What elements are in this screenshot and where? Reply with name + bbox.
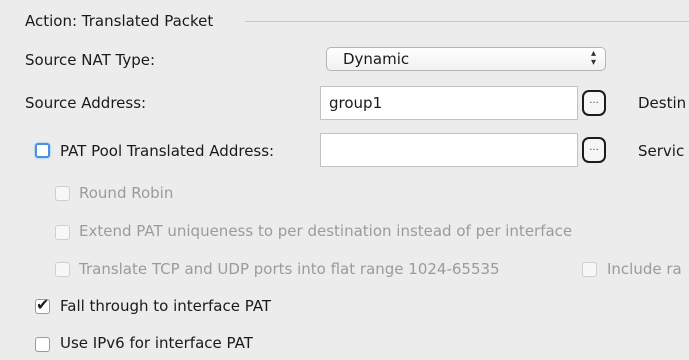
round-robin-checkbox[interactable] <box>55 186 70 201</box>
translate-ports-checkbox[interactable] <box>55 262 70 277</box>
source-nat-type-select[interactable]: Dynamic ▴ ▾ <box>326 47 606 71</box>
source-address-browse-button[interactable]: ... <box>582 90 606 116</box>
include-reserve-checkbox[interactable] <box>582 262 597 277</box>
use-ipv6-label: Use IPv6 for interface PAT <box>60 334 253 352</box>
service-label: Servic <box>638 142 685 160</box>
translate-ports-label: Translate TCP and UDP ports into flat ra… <box>79 260 500 278</box>
source-nat-type-value: Dynamic <box>343 50 410 68</box>
use-ipv6-checkbox[interactable] <box>35 337 50 352</box>
section-divider <box>245 21 689 22</box>
checkmark-icon: ✔ <box>36 295 50 314</box>
source-nat-type-label: Source NAT Type: <box>25 51 156 69</box>
pat-pool-label: PAT Pool Translated Address: <box>60 142 275 160</box>
source-address-field[interactable] <box>320 86 578 120</box>
source-address-input[interactable] <box>321 87 577 119</box>
fall-through-checkbox[interactable]: ✔ <box>35 295 50 314</box>
pat-pool-field[interactable] <box>320 133 578 167</box>
destination-label: Destin <box>638 94 687 112</box>
include-reserve-label: Include ra <box>607 260 682 278</box>
select-arrows-icon: ▴ ▾ <box>590 48 596 68</box>
round-robin-label: Round Robin <box>79 184 174 202</box>
pat-pool-input[interactable] <box>321 134 577 166</box>
source-address-label: Source Address: <box>25 94 147 112</box>
pat-pool-browse-button[interactable]: ... <box>582 137 606 163</box>
pat-pool-checkbox[interactable] <box>35 143 50 158</box>
fall-through-label: Fall through to interface PAT <box>60 297 272 315</box>
extend-pat-checkbox[interactable] <box>55 225 70 240</box>
extend-pat-label: Extend PAT uniqueness to per destination… <box>79 222 573 240</box>
section-title: Action: Translated Packet <box>25 12 214 30</box>
